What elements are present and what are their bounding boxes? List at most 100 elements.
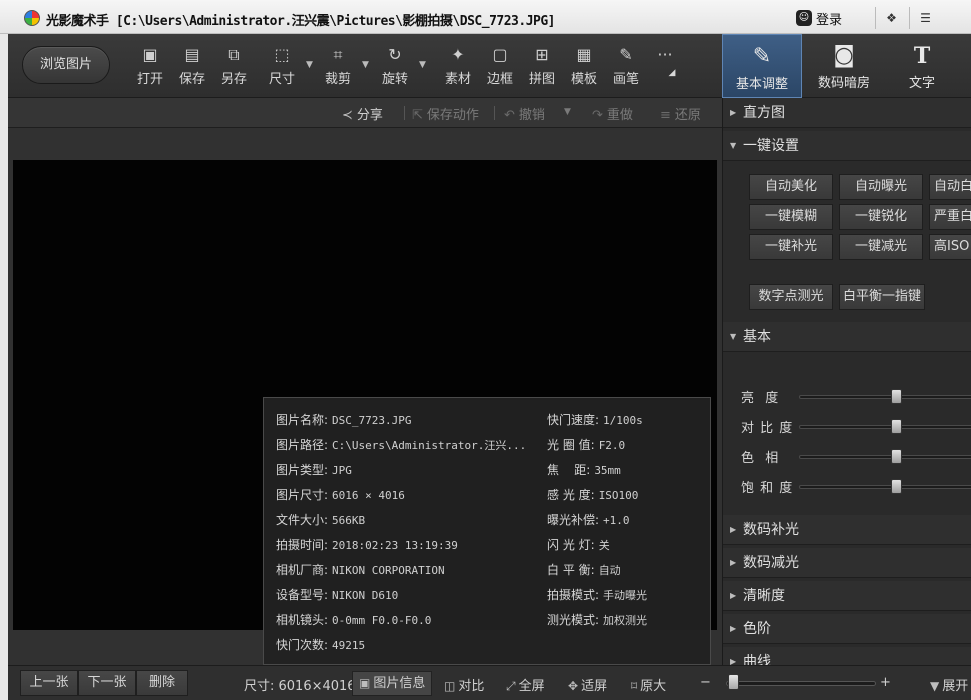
section-basic[interactable]: ▼ 基本 [723, 322, 971, 352]
main-toolbar: 浏览图片 ▣ 打开 ▤ 保存 ⧉ 另存 ⬚ 尺寸 ▼ ⌗ 裁剪 ▼ ↻ 旋转 ▼… [8, 34, 971, 98]
saturation-slider-thumb[interactable] [891, 479, 902, 494]
chevron-right-icon: ▶ [730, 624, 737, 633]
zoom-slider-thumb[interactable] [728, 674, 739, 690]
section-levels[interactable]: ▶ 色阶 [723, 614, 971, 644]
one-click-reduce-light-button[interactable]: 一键减光 [839, 234, 923, 260]
more-tools-button[interactable]: ··· ◢ [650, 44, 680, 92]
resize-dropdown-icon[interactable]: ▼ [306, 60, 313, 70]
section-clarity[interactable]: ▶ 清晰度 [723, 581, 971, 611]
browse-images-button[interactable]: 浏览图片 [22, 46, 110, 84]
restore-button[interactable]: ≡ 还原 [660, 104, 701, 123]
template-button[interactable]: ▦ 模板 [566, 44, 602, 92]
template-label: 模板 [570, 72, 597, 87]
chevron-down-icon: ▼ [730, 332, 737, 341]
fit-screen-button[interactable]: ✥ 适屏 [568, 675, 607, 694]
undo-icon: ↶ [504, 108, 515, 123]
section-histogram[interactable]: ▶ 直方图 [723, 98, 971, 128]
collage-button[interactable]: ⊞ 拼图 [524, 44, 560, 92]
zoom-in-button[interactable]: + [880, 675, 891, 690]
one-click-fill-light-button[interactable]: 一键补光 [749, 234, 833, 260]
fit-screen-label: 适屏 [581, 679, 608, 694]
open-button[interactable]: ▣ 打开 [132, 44, 168, 92]
rotate-icon: ↻ [388, 45, 402, 64]
compare-button[interactable]: ◫ 对比 [444, 675, 484, 694]
redo-button[interactable]: ↷ 重做 [592, 104, 633, 123]
border-button[interactable]: ▢ 边框 [482, 44, 518, 92]
info-item: 拍摄时间: 2018:02:23 13:19:39 [276, 538, 458, 552]
menu-button[interactable]: ☰ [909, 7, 941, 29]
brightness-label: 亮 度 [741, 391, 780, 406]
spot-metering-button[interactable]: 数字点测光 [749, 284, 833, 310]
section-histogram-label: 直方图 [743, 105, 785, 121]
section-label: 色阶 [743, 621, 771, 637]
auto-exposure-button[interactable]: 自动曝光 [839, 174, 923, 200]
auto-beautify-button[interactable]: 自动美化 [749, 174, 833, 200]
restore-label: 还原 [674, 108, 701, 123]
info-item: 图片名称: DSC_7723.JPG [276, 413, 412, 427]
severe-white-button[interactable]: 严重白 [929, 204, 971, 230]
save-action-button[interactable]: ⇱ 保存动作 [412, 104, 479, 123]
saturation-slider[interactable] [799, 485, 971, 489]
share-button[interactable]: ≺ 分享 [342, 104, 383, 123]
previous-image-button[interactable]: 上一张 [20, 670, 78, 696]
original-size-button[interactable]: ⌑ 原大 [631, 675, 666, 694]
next-image-button[interactable]: 下一张 [78, 670, 136, 696]
one-click-blur-button[interactable]: 一键模糊 [749, 204, 833, 230]
section-digital-reduce-light[interactable]: ▶ 数码减光 [723, 548, 971, 578]
delete-image-button[interactable]: 删除 [136, 670, 188, 696]
resize-button[interactable]: ⬚ 尺寸 [264, 44, 300, 92]
zoom-slider[interactable] [726, 681, 876, 686]
tab-darkroom[interactable]: ◙ 数码暗房 [804, 34, 884, 98]
save-button[interactable]: ▤ 保存 [174, 44, 210, 92]
save-as-label: 另存 [220, 72, 247, 87]
hue-slider-thumb[interactable] [891, 449, 902, 464]
open-label: 打开 [136, 72, 163, 87]
section-one-click[interactable]: ▼ 一键设置 [723, 131, 971, 161]
undo-button[interactable]: ↶ 撤销 [504, 104, 545, 123]
undo-dropdown-icon[interactable]: ▼ [564, 107, 571, 117]
brush-label: 画笔 [612, 72, 639, 87]
expand-button[interactable]: ▼ 展开 [930, 675, 968, 694]
contrast-slider[interactable] [799, 425, 971, 429]
image-info-toggle[interactable]: ▣ 图片信息 [352, 671, 433, 696]
adjust-panel: ▶ 直方图 ▼ 一键设置 自动美化 自动曝光 自动白 一键模糊 一键锐化 严重白 一… [722, 98, 971, 665]
brightness-slider[interactable] [799, 395, 971, 399]
crop-button[interactable]: ⌗ 裁剪 [320, 44, 356, 92]
tab-basic-adjust-label: 基本调整 [735, 77, 788, 92]
brightness-slider-thumb[interactable] [891, 389, 902, 404]
brush-icon: ✎ [619, 45, 633, 64]
fullscreen-icon: ⤢ [506, 679, 516, 693]
hue-slider[interactable] [799, 455, 971, 459]
fullscreen-label: 全屏 [518, 679, 545, 694]
chevron-right-icon: ▶ [730, 525, 737, 534]
material-button[interactable]: ✦ 素材 [440, 44, 476, 92]
tab-text[interactable]: T 文字 [884, 34, 960, 98]
fullscreen-button[interactable]: ⤢ 全屏 [506, 675, 545, 694]
redo-icon: ↷ [592, 108, 603, 123]
login-label: 登录 [816, 12, 843, 28]
one-click-sharpen-button[interactable]: 一键锐化 [839, 204, 923, 230]
section-label: 数码补光 [743, 522, 799, 538]
crop-dropdown-icon[interactable]: ▼ [362, 60, 369, 70]
tab-basic-adjust[interactable]: ✎ 基本调整 [722, 34, 802, 98]
user-icon: ☺ [796, 10, 812, 26]
brush-button[interactable]: ✎ 画笔 [608, 44, 644, 92]
contrast-slider-thumb[interactable] [891, 419, 902, 434]
info-item: 快门速度: 1/100s [547, 413, 643, 427]
auto-white-balance-button[interactable]: 自动白 [929, 174, 971, 200]
adjust-icon: ✎ [752, 44, 772, 69]
zoom-out-button[interactable]: − [700, 675, 711, 690]
login-button[interactable]: ☺ 登录 [796, 7, 866, 29]
collage-label: 拼图 [528, 72, 555, 87]
save-as-button[interactable]: ⧉ 另存 [216, 44, 252, 92]
skin-button[interactable]: ❖ [875, 7, 907, 29]
section-digital-fill-light[interactable]: ▶ 数码补光 [723, 515, 971, 545]
rotate-button[interactable]: ↻ 旋转 [377, 44, 413, 92]
rotate-dropdown-icon[interactable]: ▼ [419, 60, 426, 70]
white-balance-picker-button[interactable]: 白平衡一指键 [839, 284, 925, 310]
app-logo-icon [24, 10, 40, 26]
section-label: 清晰度 [743, 588, 785, 604]
rotate-label: 旋转 [381, 72, 408, 87]
high-iso-button[interactable]: 高ISO [929, 234, 971, 260]
section-curves[interactable]: ▶ 曲线 [723, 647, 971, 665]
